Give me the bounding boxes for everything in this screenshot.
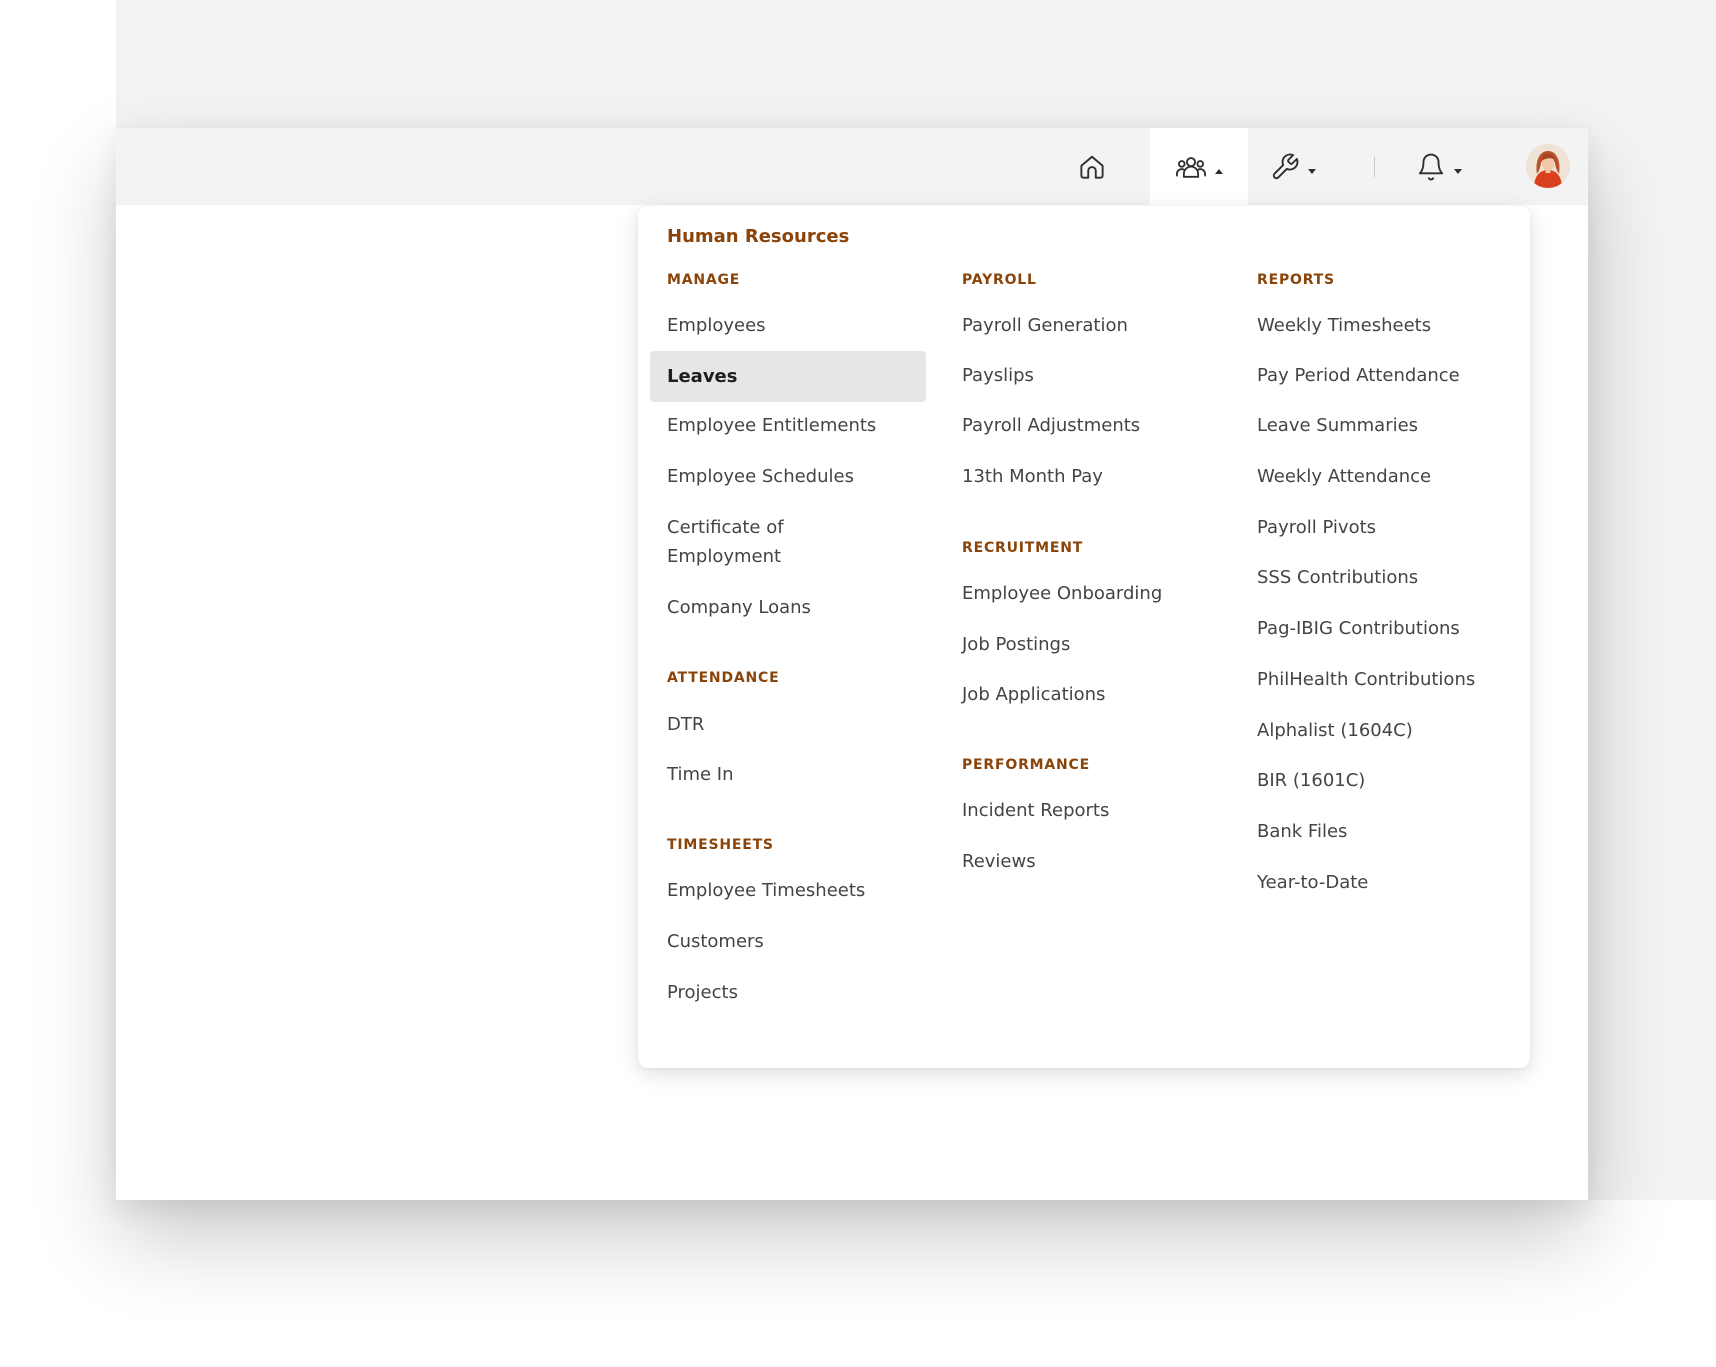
menu-item-employees[interactable]: Employees bbox=[650, 311, 926, 340]
app-window: Human Resources MANAGE Employees Leaves … bbox=[116, 128, 1588, 1200]
menu-item-pag-ibig-contributions[interactable]: Pag-IBIG Contributions bbox=[1240, 614, 1516, 643]
section-heading-manage: MANAGE bbox=[667, 272, 741, 288]
section-heading-payroll: PAYROLL bbox=[962, 272, 1037, 288]
menu-item-time-in[interactable]: Time In bbox=[650, 760, 926, 789]
home-icon bbox=[1077, 152, 1107, 182]
menu-item-dtr[interactable]: DTR bbox=[650, 710, 926, 739]
menu-item-philhealth-contributions[interactable]: PhilHealth Contributions bbox=[1240, 665, 1516, 694]
wrench-icon bbox=[1270, 152, 1300, 182]
hr-menu-button[interactable] bbox=[1150, 128, 1248, 205]
section-heading-reports: REPORTS bbox=[1257, 272, 1335, 288]
chevron-down-icon bbox=[1308, 169, 1316, 174]
menu-item-payslips[interactable]: Payslips bbox=[945, 361, 1221, 390]
menu-item-leave-summaries[interactable]: Leave Summaries bbox=[1240, 411, 1516, 440]
section-heading-timesheets: TIMESHEETS bbox=[667, 837, 774, 853]
top-navbar bbox=[116, 128, 1588, 205]
section-heading-attendance: ATTENDANCE bbox=[667, 670, 780, 686]
menu-item-bir-1601c[interactable]: BIR (1601C) bbox=[1240, 766, 1516, 795]
menu-item-projects[interactable]: Projects bbox=[650, 978, 926, 1007]
menu-item-alphalist-1604c[interactable]: Alphalist (1604C) bbox=[1240, 716, 1516, 745]
notifications-button[interactable] bbox=[1394, 128, 1484, 205]
chevron-up-icon bbox=[1215, 169, 1223, 174]
menu-item-customers[interactable]: Customers bbox=[650, 927, 926, 956]
hr-dropdown-menu: Human Resources MANAGE Employees Leaves … bbox=[638, 206, 1530, 1068]
menu-item-employee-onboarding[interactable]: Employee Onboarding bbox=[945, 579, 1221, 608]
chevron-down-icon bbox=[1454, 169, 1462, 174]
section-heading-recruitment: RECRUITMENT bbox=[962, 540, 1084, 556]
menu-item-weekly-timesheets[interactable]: Weekly Timesheets bbox=[1240, 311, 1516, 340]
menu-item-leaves[interactable]: Leaves bbox=[650, 351, 926, 402]
home-button[interactable] bbox=[1060, 128, 1124, 205]
menu-item-13th-month-pay[interactable]: 13th Month Pay bbox=[945, 462, 1221, 491]
menu-item-employee-timesheets[interactable]: Employee Timesheets bbox=[650, 876, 926, 905]
section-heading-performance: PERFORMANCE bbox=[962, 757, 1090, 773]
menu-title: Human Resources bbox=[667, 226, 850, 247]
user-avatar[interactable] bbox=[1526, 144, 1570, 188]
menu-item-payroll-pivots[interactable]: Payroll Pivots bbox=[1240, 513, 1516, 542]
menu-item-bank-files[interactable]: Bank Files bbox=[1240, 817, 1516, 846]
menu-item-job-applications[interactable]: Job Applications bbox=[945, 680, 1221, 709]
menu-item-year-to-date[interactable]: Year-to-Date bbox=[1240, 868, 1516, 897]
menu-item-certificate-of-employment[interactable]: Certificate of Employment bbox=[650, 513, 850, 571]
menu-item-company-loans[interactable]: Company Loans bbox=[650, 593, 926, 622]
people-icon bbox=[1175, 152, 1207, 182]
menu-item-reviews[interactable]: Reviews bbox=[945, 847, 1221, 876]
nav-divider bbox=[1374, 157, 1375, 177]
tools-menu-button[interactable] bbox=[1248, 128, 1338, 205]
menu-item-sss-contributions[interactable]: SSS Contributions bbox=[1240, 563, 1516, 592]
menu-item-payroll-generation[interactable]: Payroll Generation bbox=[945, 311, 1221, 340]
menu-item-pay-period-attendance[interactable]: Pay Period Attendance bbox=[1240, 361, 1516, 390]
bell-icon bbox=[1416, 152, 1446, 182]
menu-item-employee-entitlements[interactable]: Employee Entitlements bbox=[650, 411, 926, 440]
menu-item-job-postings[interactable]: Job Postings bbox=[945, 630, 1221, 659]
menu-item-payroll-adjustments[interactable]: Payroll Adjustments bbox=[945, 411, 1221, 440]
menu-item-incident-reports[interactable]: Incident Reports bbox=[945, 796, 1221, 825]
menu-item-weekly-attendance[interactable]: Weekly Attendance bbox=[1240, 462, 1516, 491]
menu-item-employee-schedules[interactable]: Employee Schedules bbox=[650, 462, 926, 491]
